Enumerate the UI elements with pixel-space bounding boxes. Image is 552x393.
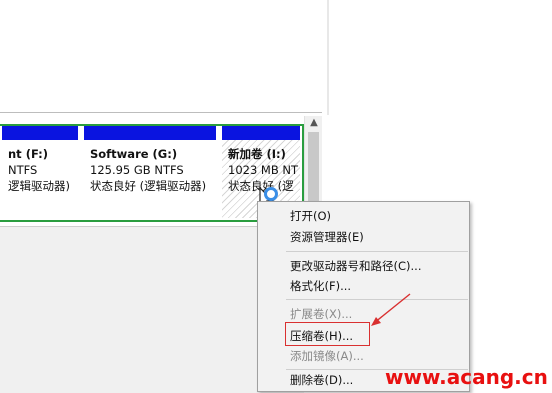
menu-item-add-mirror: 添加镜像(A)...	[290, 349, 364, 363]
menu-item-open[interactable]: 打开(O)	[290, 206, 331, 226]
highlight-box	[285, 322, 370, 346]
menu-item-delete-volume[interactable]: 删除卷(D)...	[290, 370, 353, 390]
volume-list-scrollbar[interactable]	[327, 0, 329, 115]
volume-list-pane	[0, 0, 328, 115]
busy-spinner-icon	[264, 187, 278, 201]
menu-item-extend-volume: 扩展卷(X)...	[290, 307, 353, 321]
menu-item-explorer[interactable]: 资源管理器(E)	[290, 227, 364, 247]
menu-item-change-drive-letter[interactable]: 更改驱动器号和路径(C)...	[290, 256, 421, 276]
annotation-arrow-icon	[371, 293, 411, 326]
scroll-up-icon[interactable]: ▲	[309, 118, 319, 128]
pane-divider	[0, 112, 322, 113]
scroll-thumb[interactable]	[308, 132, 319, 212]
menu-separator	[286, 251, 468, 252]
watermark: www.acang.cn	[385, 365, 548, 389]
menu-item-format[interactable]: 格式化(F)...	[290, 276, 351, 296]
